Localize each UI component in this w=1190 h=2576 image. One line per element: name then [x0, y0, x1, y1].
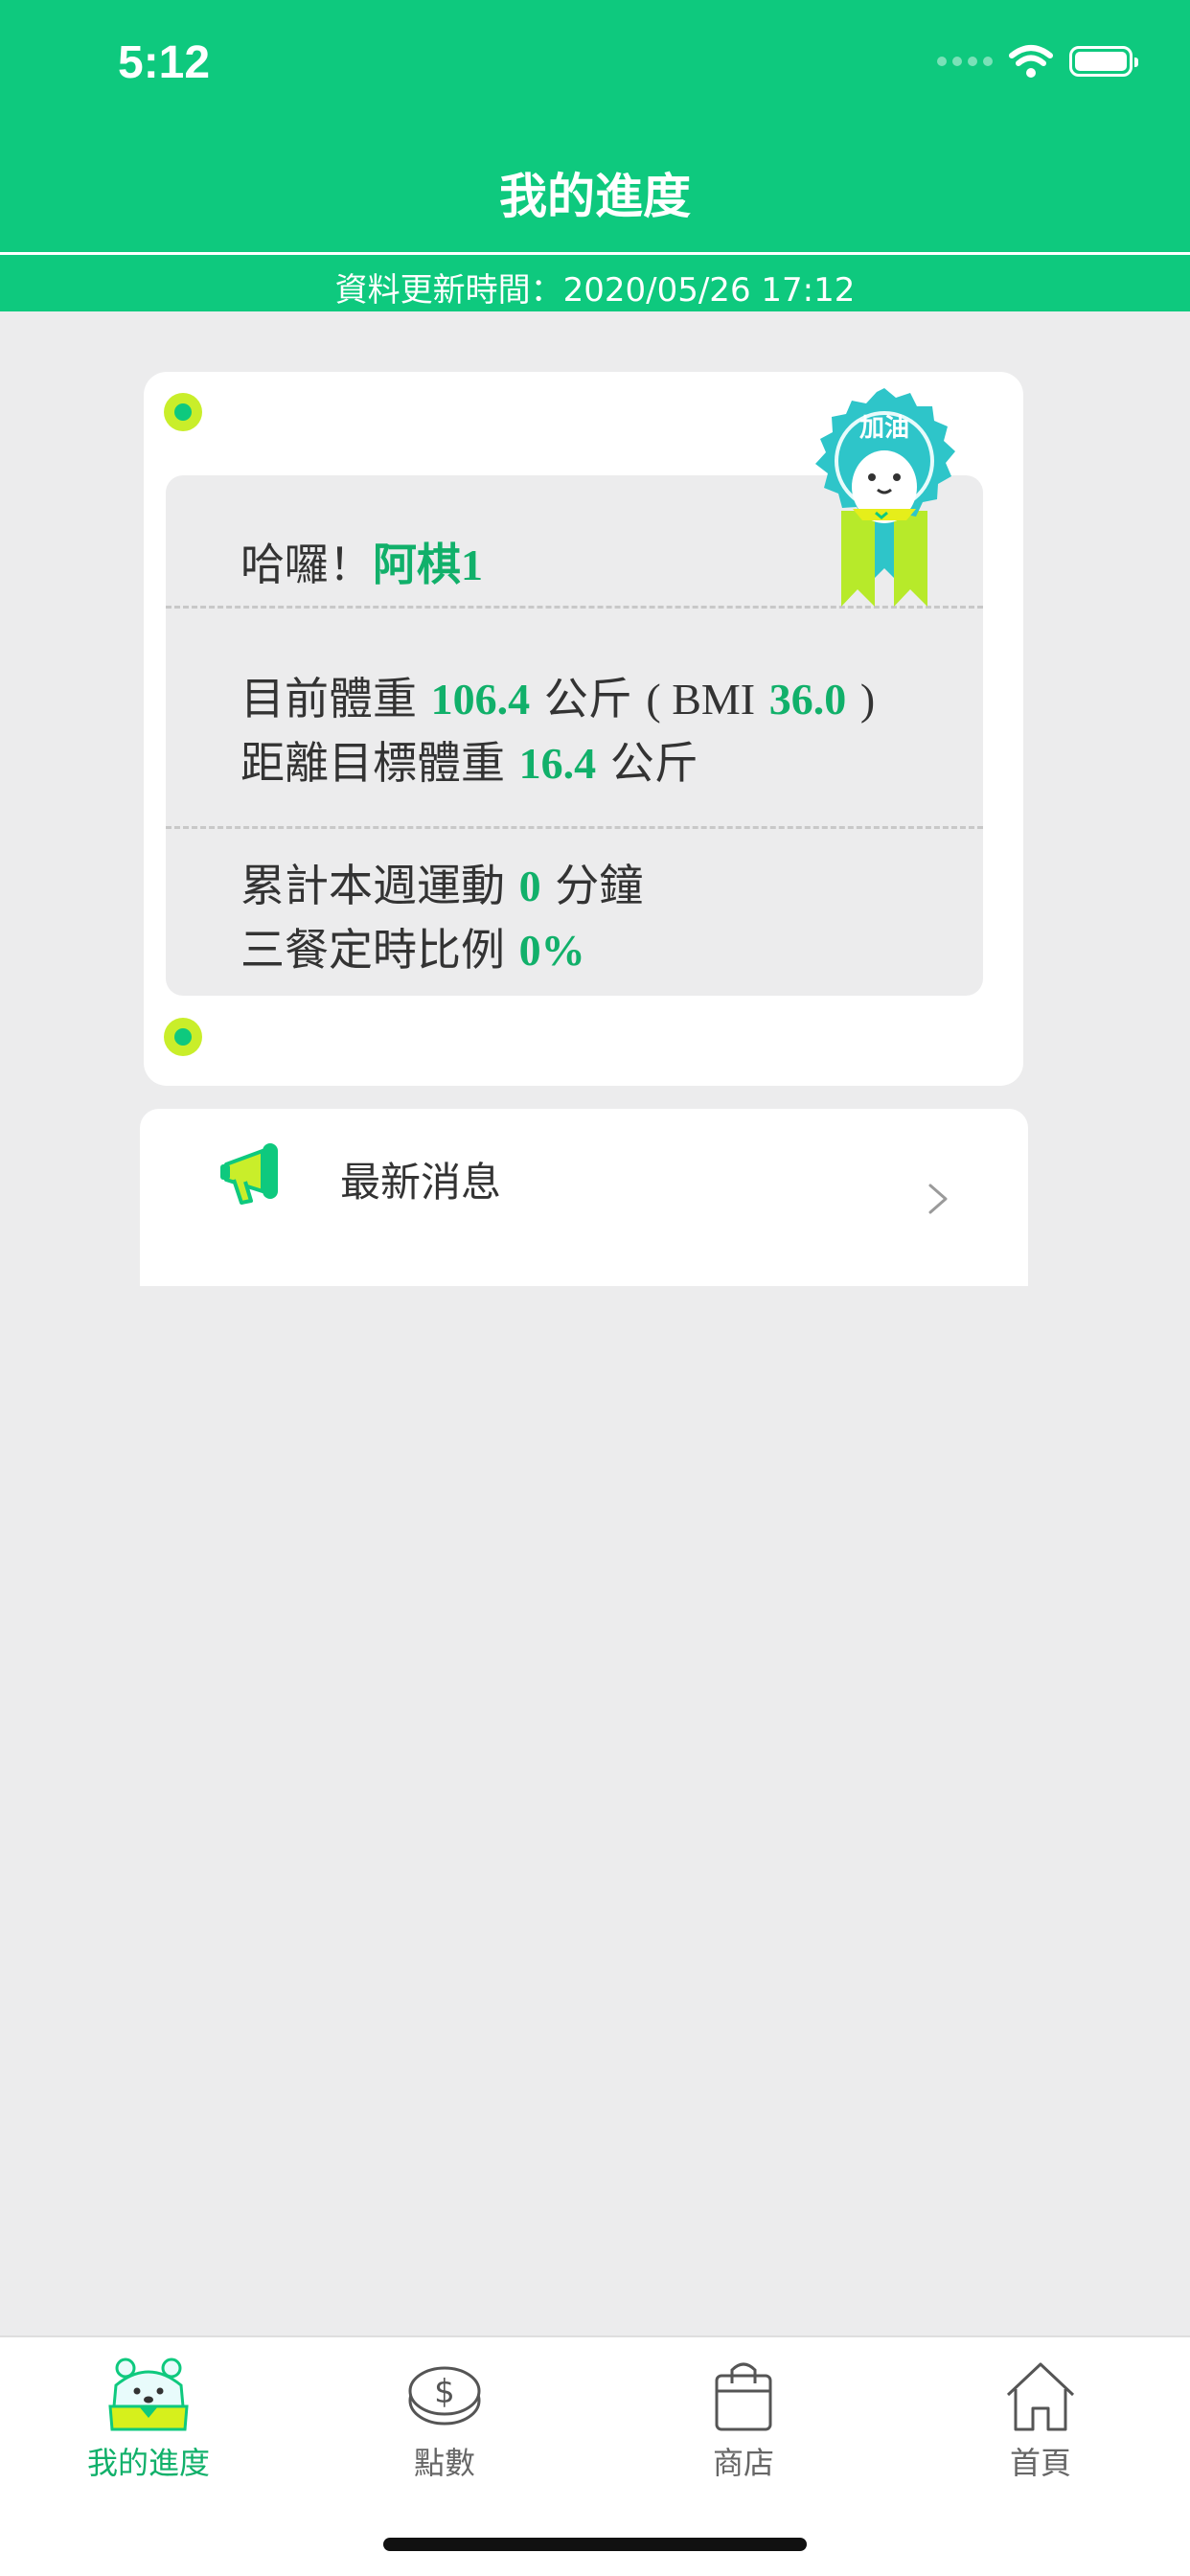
- home-icon: [1006, 2362, 1075, 2431]
- decor-dot-top: [164, 393, 202, 431]
- weight-value: 106.4: [430, 675, 531, 724]
- target-value: 16.4: [518, 739, 597, 788]
- status-icons: [937, 44, 1138, 79]
- decor-dot-bottom: [164, 1018, 202, 1056]
- tab-label: 我的進度: [86, 2445, 210, 2481]
- meal-label: 三餐定時比例: [240, 924, 505, 976]
- status-time: 5:12: [118, 37, 211, 88]
- tab-label: 首頁: [1009, 2445, 1071, 2481]
- bmi-open: ( BMI: [646, 675, 756, 724]
- meal-line: 三餐定時比例 0%: [240, 918, 983, 982]
- battery-icon: [1069, 46, 1138, 77]
- tab-points[interactable]: $ 點數: [349, 2357, 540, 2483]
- target-label: 距離目標體重: [240, 737, 505, 789]
- coin-icon: $: [408, 2366, 481, 2426]
- target-unit: 公斤: [609, 737, 698, 789]
- badge-text: 加油: [859, 414, 909, 443]
- dashed-divider: [166, 826, 983, 829]
- page-title: 我的進度: [499, 169, 691, 224]
- wifi-icon: [1009, 45, 1053, 78]
- weight-label: 目前體重: [240, 673, 417, 724]
- bmi-close: ): [859, 675, 876, 724]
- weight-rows: 目前體重 106.4 公斤 ( BMI 36.0 ) 距離目標體重 16.4 公…: [166, 667, 983, 795]
- tab-home[interactable]: 首頁: [945, 2357, 1136, 2483]
- news-label: 最新消息: [340, 1159, 502, 1206]
- tab-my-progress[interactable]: 我的進度: [53, 2357, 244, 2483]
- encouragement-badge-icon: 加油: [815, 388, 955, 607]
- target-weight-line: 距離目標體重 16.4 公斤: [240, 731, 983, 795]
- weight-unit: 公斤: [543, 673, 632, 724]
- exercise-unit: 分鐘: [555, 860, 644, 911]
- exercise-label: 累計本週運動: [240, 860, 505, 911]
- progress-card: 哈囉！阿棋1 目前體重 106.4 公斤 ( BMI 36.0 ) 距離目標體重…: [144, 372, 1023, 1086]
- home-indicator: [383, 2538, 807, 2551]
- shopping-bag-icon: [715, 2362, 772, 2431]
- signal-icon: [937, 57, 993, 66]
- user-name: 阿棋1: [373, 540, 483, 589]
- latest-news-row[interactable]: 最新消息: [140, 1109, 1028, 1286]
- exercise-line: 累計本週運動 0 分鐘: [240, 854, 983, 918]
- header-divider: [0, 252, 1190, 255]
- meal-value: 0%: [518, 926, 585, 975]
- update-time-text: 資料更新時間：2020/05/26 17:12: [334, 271, 856, 310]
- megaphone-icon: [220, 1143, 278, 1205]
- bmi-value: 36.0: [768, 675, 847, 724]
- svg-text:$: $: [434, 2373, 455, 2411]
- header: 5:12 我的進度 資料更新時間：2020/05/26 17:12: [0, 0, 1190, 311]
- activity-rows: 累計本週運動 0 分鐘 三餐定時比例 0%: [166, 854, 983, 982]
- chevron-right-icon: [928, 1184, 948, 1214]
- tab-shop[interactable]: 商店: [648, 2357, 839, 2483]
- tab-label: 商店: [712, 2445, 774, 2481]
- bear-icon: [108, 2358, 189, 2431]
- exercise-value: 0: [518, 862, 541, 910]
- tab-label: 點數: [413, 2445, 475, 2481]
- current-weight-line: 目前體重 106.4 公斤 ( BMI 36.0 ): [240, 667, 983, 731]
- greeting-prefix: 哈囉！: [240, 539, 373, 590]
